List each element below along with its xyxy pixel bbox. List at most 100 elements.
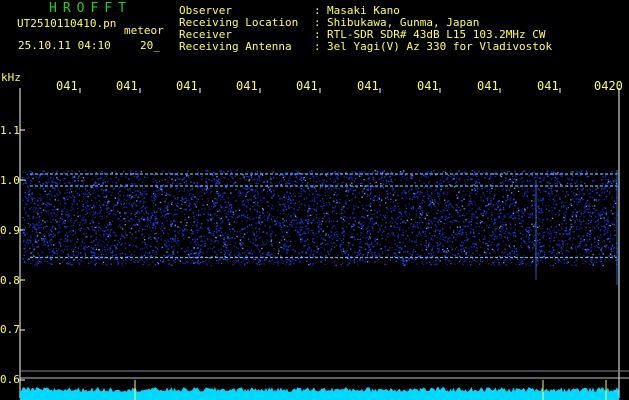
noise-dot	[54, 187, 56, 190]
noise-dot	[504, 222, 506, 224]
noise-dot	[152, 222, 154, 224]
noise-dot	[139, 191, 142, 194]
noise-dot	[474, 236, 476, 238]
noise-dot	[418, 207, 420, 209]
noise-dot	[510, 247, 512, 249]
noise-dot	[319, 234, 321, 237]
noise-dot	[436, 245, 438, 247]
noise-dot	[472, 175, 474, 177]
noise-dot	[566, 261, 569, 263]
noise-dot	[341, 258, 343, 260]
noise-dot	[440, 221, 442, 223]
noise-dot	[132, 260, 135, 262]
noise-dot	[371, 223, 373, 225]
noise-dot	[325, 234, 327, 236]
noise-dot	[590, 219, 593, 221]
noise-dot	[552, 264, 554, 266]
noise-dot	[317, 226, 319, 229]
noise-dot	[425, 258, 427, 260]
noise-dot	[259, 217, 261, 219]
noise-dot	[475, 193, 477, 195]
noise-dot	[342, 248, 345, 250]
noise-dot	[352, 223, 354, 225]
noise-dot	[121, 234, 123, 236]
noise-dot	[476, 186, 478, 188]
noise-dot	[430, 187, 432, 190]
noise-dot	[174, 213, 176, 216]
noise-dot	[52, 225, 54, 227]
noise-dot	[24, 191, 26, 194]
noise-dot	[328, 173, 330, 176]
noise-dot	[590, 221, 592, 223]
noise-dot	[571, 215, 574, 217]
noise-dot	[473, 246, 475, 248]
noise-dot	[129, 188, 131, 190]
noise-dot	[292, 219, 295, 221]
noise-dot	[43, 242, 45, 244]
noise-dot	[565, 240, 567, 242]
noise-dot	[387, 232, 389, 235]
noise-dot	[531, 241, 533, 243]
noise-dot	[431, 191, 433, 194]
noise-dot	[387, 209, 390, 211]
noise-dot	[235, 247, 238, 249]
noise-dot	[498, 264, 500, 266]
noise-dot	[533, 245, 536, 247]
noise-dot	[589, 196, 592, 198]
noise-dot	[60, 250, 63, 252]
noise-dot	[442, 238, 444, 241]
noise-dot	[34, 238, 36, 240]
noise-dot	[210, 233, 212, 235]
noise-dot	[124, 248, 126, 250]
noise-dot	[301, 233, 303, 235]
noise-dot	[217, 240, 219, 242]
noise-dot	[253, 217, 255, 219]
noise-dot	[29, 224, 31, 226]
noise-dot	[139, 207, 141, 209]
noise-dot	[33, 248, 35, 250]
noise-dot	[473, 213, 476, 216]
noise-dot	[156, 189, 158, 191]
noise-dot	[454, 254, 456, 257]
noise-dot	[104, 201, 106, 203]
noise-dot	[117, 240, 119, 242]
noise-dot	[23, 207, 25, 209]
noise-dot	[393, 209, 395, 211]
noise-dot	[78, 200, 81, 202]
noise-dot	[368, 177, 370, 179]
noise-dot	[193, 215, 195, 218]
noise-dot	[462, 264, 464, 266]
noise-dot	[330, 258, 333, 260]
noise-dot	[605, 178, 607, 181]
noise-dot	[270, 240, 272, 243]
noise-dot	[126, 199, 128, 201]
noise-dot	[430, 197, 433, 199]
noise-dot	[534, 201, 536, 203]
noise-dot	[462, 190, 464, 192]
noise-dot	[234, 182, 236, 184]
noise-dot	[108, 191, 110, 193]
noise-dot	[361, 204, 364, 207]
noise-dot	[270, 233, 272, 235]
noise-dot	[255, 197, 257, 199]
noise-dot	[399, 215, 401, 217]
noise-dot	[149, 236, 151, 238]
noise-dot	[74, 219, 77, 222]
noise-dot	[460, 228, 462, 231]
noise-dot	[388, 183, 391, 185]
noise-dot	[471, 246, 473, 248]
noise-dot	[59, 263, 61, 265]
noise-dot	[328, 202, 330, 204]
noise-dot	[323, 212, 325, 215]
noise-dot	[239, 242, 241, 245]
noise-dot	[520, 222, 522, 224]
noise-dot	[299, 237, 301, 239]
noise-dot	[598, 194, 600, 196]
noise-dot	[604, 212, 606, 214]
noise-dot	[187, 174, 190, 177]
noise-dot	[594, 227, 596, 229]
noise-dot	[448, 181, 450, 183]
noise-dot	[312, 207, 314, 210]
noise-dot	[472, 235, 474, 238]
noise-dot	[319, 184, 321, 186]
